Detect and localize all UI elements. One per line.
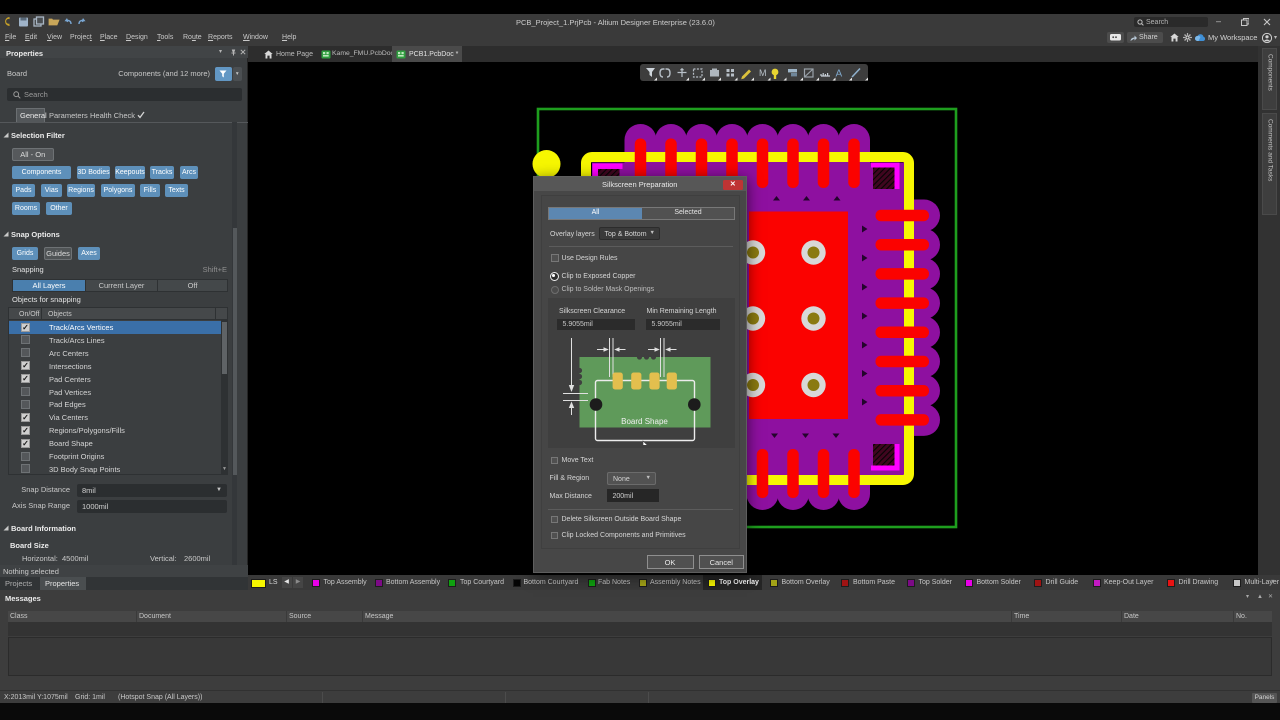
svg-text:A: A [836, 68, 843, 79]
svg-text:Board Shape: Board Shape [621, 417, 668, 426]
svg-text:M: M [759, 68, 767, 78]
